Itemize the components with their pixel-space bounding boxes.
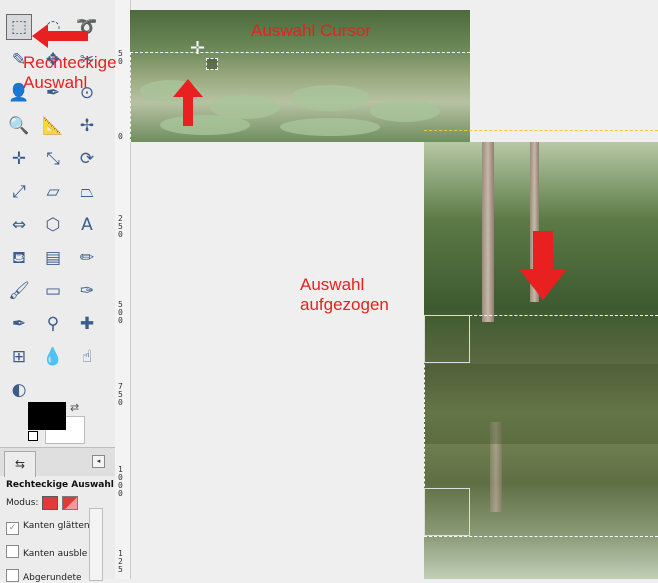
bucket-fill-tool-icon[interactable]: ⛾ [6, 245, 32, 271]
clone-tool-icon[interactable]: ⚲ [40, 311, 66, 337]
paintbrush-tool-icon[interactable]: 🖌 [6, 278, 32, 304]
options-scrollbar[interactable] [89, 508, 103, 581]
feather-option[interactable]: Kanten ausble [6, 545, 87, 559]
rounded-label: Abgerundete [23, 573, 82, 583]
tab-menu-icon[interactable]: ◂ [92, 455, 105, 468]
airbrush-tool-icon[interactable]: ✑ [74, 278, 100, 304]
selection-cursor-badge-icon [206, 58, 218, 70]
selection-handle-top-left[interactable] [424, 315, 470, 363]
dodge-burn-tool-icon[interactable]: ◐ [6, 377, 32, 403]
feather-checkbox[interactable] [6, 545, 19, 558]
tool-options-tabs: ⇆ ◂ [0, 447, 115, 477]
scale-tool-icon[interactable]: ⤢ [6, 179, 32, 205]
blend-tool-icon[interactable]: ▤ [40, 245, 66, 271]
default-colors-icon[interactable] [28, 431, 38, 441]
cage-transform-tool-icon[interactable]: ⬡ [40, 212, 66, 238]
text-tool-icon[interactable]: A [74, 212, 100, 238]
swap-colors-icon[interactable]: ⇄ [70, 401, 79, 414]
layer-boundary [424, 130, 658, 143]
annotation-rect-select: Rechteckige Auswahl [23, 53, 117, 92]
rounded-checkbox[interactable] [6, 569, 19, 582]
mode-add-button[interactable] [62, 496, 78, 510]
rect-select-tool-icon[interactable]: ⬚ [6, 14, 32, 40]
tool-options-title: Rechteckige Auswahl [6, 480, 114, 490]
selection-handle-bottom-left[interactable] [424, 488, 470, 536]
pencil-tool-icon[interactable]: ✏ [74, 245, 100, 271]
shear-tool-icon[interactable]: ▱ [40, 179, 66, 205]
arrow-down-annotation [519, 231, 567, 300]
flip-tool-icon[interactable]: ⇔ [6, 212, 32, 238]
ruler-tick: 1 0 0 0 [118, 465, 123, 498]
antialias-option[interactable]: ✓ Kanten glätten [6, 521, 90, 535]
antialias-checkbox[interactable]: ✓ [6, 522, 19, 535]
tool-options-tab-icon: ⇆ [14, 457, 26, 471]
crop-tool-icon[interactable]: ⤡ [40, 146, 66, 172]
perspective-tool-icon[interactable]: ⏢ [74, 179, 100, 205]
zoom-tool-icon[interactable]: 🔍 [6, 113, 32, 139]
canvas-image-main[interactable] [424, 142, 658, 579]
foreground-color-swatch[interactable] [28, 402, 66, 430]
ruler-tick: 0 [118, 132, 123, 141]
arrow-up-annotation [173, 79, 203, 126]
ruler-tick: 1 2 5 [118, 549, 123, 574]
blur-tool-icon[interactable]: 💧 [40, 344, 66, 370]
mode-replace-button[interactable] [42, 496, 58, 510]
antialias-label: Kanten glätten [23, 521, 90, 531]
ruler-tick: 5 0 [118, 49, 123, 66]
annotation-drawn: Auswahl aufgezogen [300, 275, 389, 314]
mode-label: Modus: [6, 498, 39, 508]
annotation-cursor: Auswahl Cursor [251, 21, 371, 40]
tool-options-tab[interactable]: ⇆ [4, 451, 36, 477]
rotate-tool-icon[interactable]: ⟳ [74, 146, 100, 172]
heal-tool-icon[interactable]: ✚ [74, 311, 100, 337]
ruler-tick: 7 5 0 [118, 382, 123, 407]
ruler-tick: 2 5 0 [118, 214, 123, 239]
crosshair-cursor-icon: ✛ [190, 38, 206, 59]
smudge-tool-icon[interactable]: ☝ [74, 344, 100, 370]
eraser-tool-icon[interactable]: ▭ [40, 278, 66, 304]
ink-tool-icon[interactable]: ✒ [6, 311, 32, 337]
feather-label: Kanten ausble [23, 549, 88, 559]
perspective-clone-tool-icon[interactable]: ⊞ [6, 344, 32, 370]
arrow-left-annotation [32, 24, 88, 48]
ruler-tick: 5 0 0 [118, 300, 123, 325]
move-tool-icon[interactable]: ✢ [74, 113, 100, 139]
align-tool-icon[interactable]: ✛ [6, 146, 32, 172]
measure-tool-icon[interactable]: 📐 [40, 113, 66, 139]
vertical-ruler: 5 0 0 2 5 0 5 0 0 7 5 0 1 0 0 0 1 2 5 [115, 0, 131, 579]
rounded-option[interactable]: Abgerundete [6, 569, 82, 583]
